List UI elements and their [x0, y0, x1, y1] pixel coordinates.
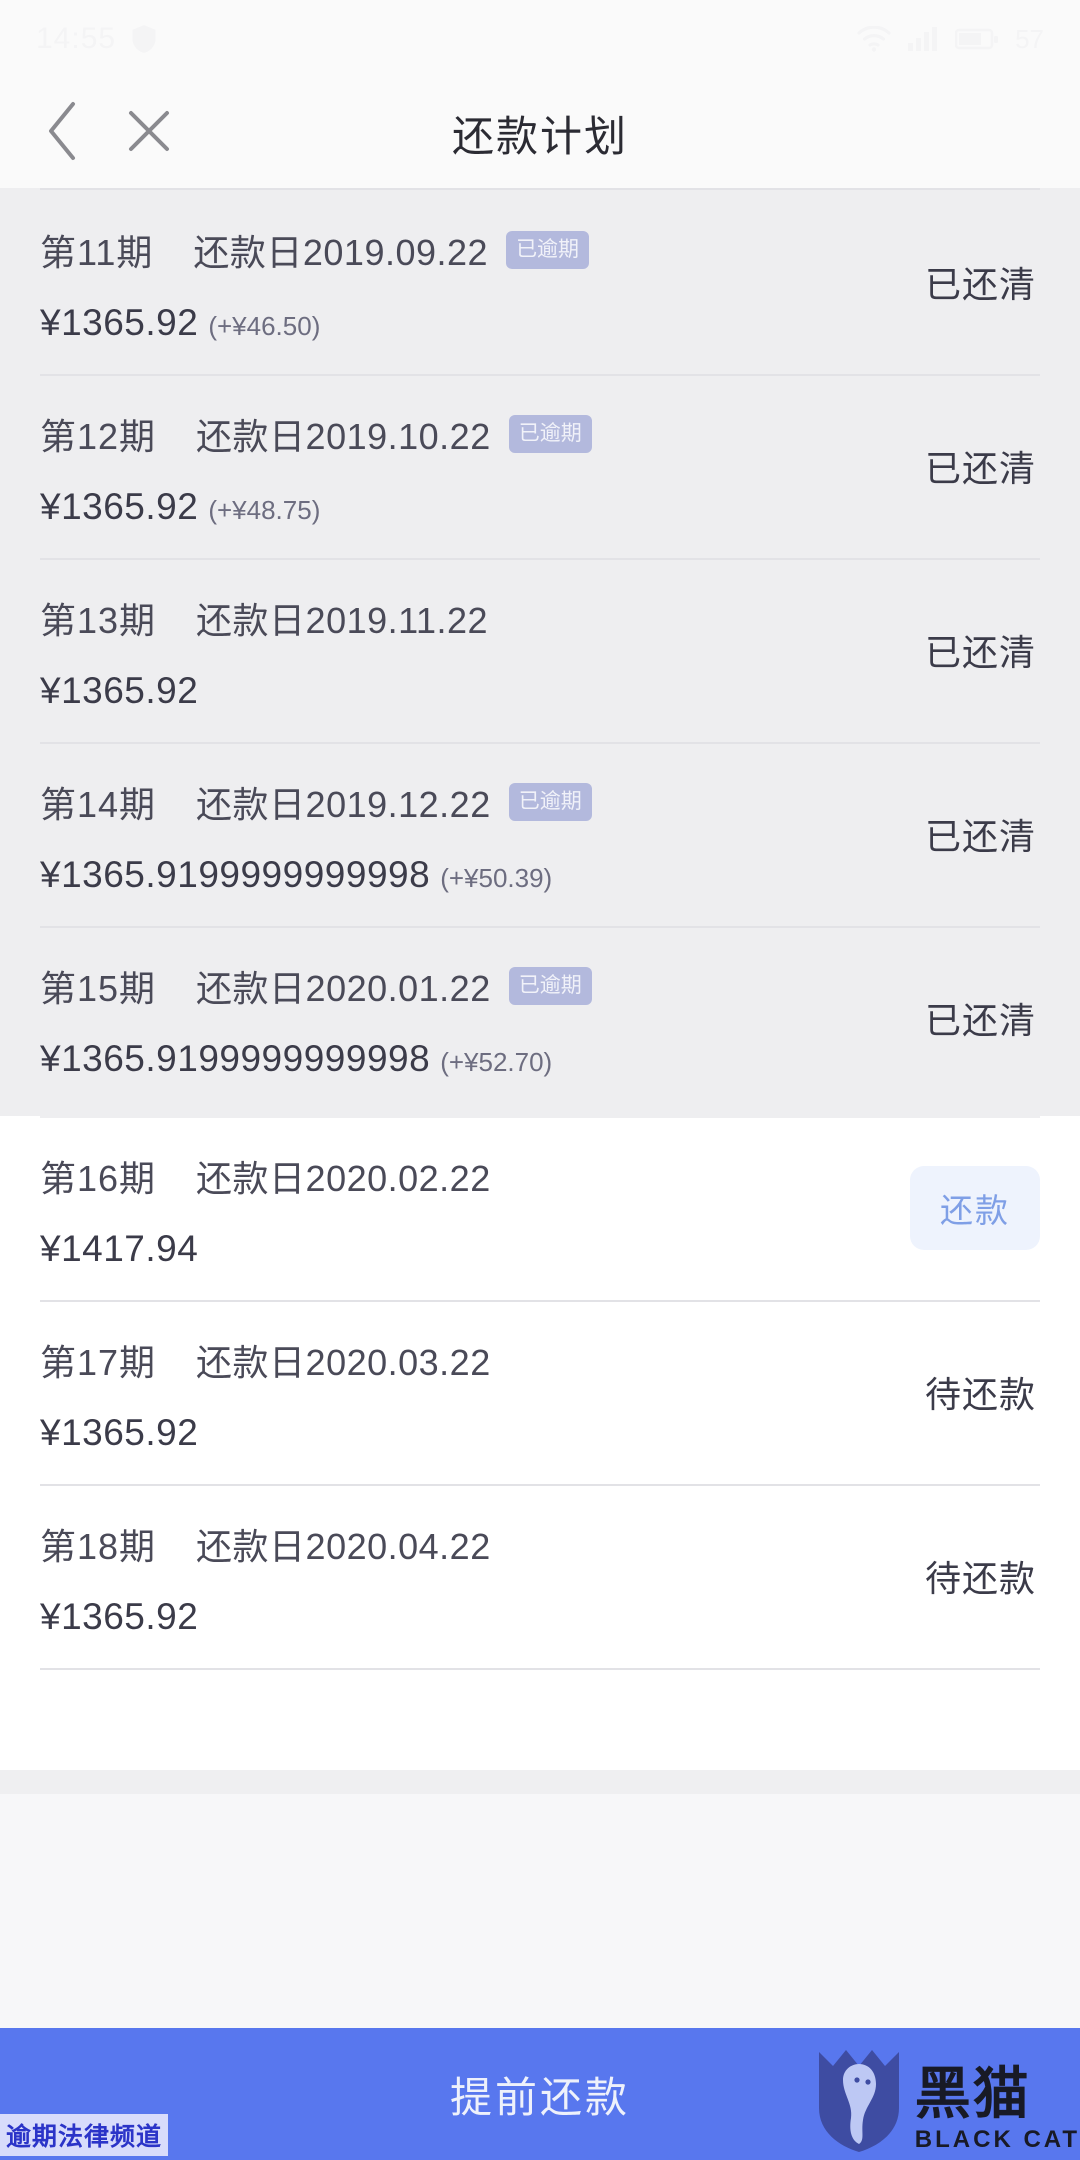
installment-term: 第14期 — [40, 784, 157, 825]
watermark-cn-label: 黑猫 — [914, 2062, 1031, 2125]
installment-term: 第17期 — [40, 1342, 157, 1383]
channel-watermark: 逾期法律频道 — [0, 2114, 169, 2156]
table-row[interactable]: 第13期 还款日2019.11.22 ¥1365.92 已还清 — [0, 558, 1080, 742]
status-bar: 14:55 57 — [0, 0, 1080, 78]
installment-due-date: 还款日2020.04.22 — [196, 1526, 491, 1567]
installment-due-date: 还款日2019.12.22 — [196, 784, 491, 825]
app-root: 14:55 57 还款计划 第11期 还款日2019.09.22 已逾期 ¥13… — [0, 0, 1080, 2160]
close-icon — [123, 105, 175, 162]
installment-amount: ¥1365.92 — [40, 302, 199, 343]
battery-level-label: 57 — [1015, 23, 1044, 54]
cellular-signal-icon — [907, 26, 939, 52]
paid-installments-section: 第11期 还款日2019.09.22 已逾期 ¥1365.92 (+¥46.50… — [0, 188, 1080, 1116]
shield-icon — [130, 24, 158, 54]
installment-amount: ¥1365.92 — [40, 486, 199, 527]
status-badge: 已还清 — [924, 632, 1036, 673]
installment-due-date: 还款日2019.10.22 — [196, 416, 491, 457]
row-header: 第16期 还款日2020.02.22 — [40, 1150, 800, 1202]
battery-icon — [955, 27, 999, 51]
row-header: 第13期 还款日2019.11.22 — [40, 592, 800, 644]
overdue-badge: 已逾期 — [508, 967, 592, 1005]
wifi-icon — [857, 26, 891, 52]
table-row[interactable]: 第18期 还款日2020.04.22 ¥1365.92 待还款 — [0, 1484, 1080, 1668]
installment-amount: ¥1365.9199999999998 — [40, 854, 431, 895]
installment-amount: ¥1365.92 — [40, 670, 199, 711]
row-amount-line: ¥1365.92 (+¥46.50) — [40, 302, 800, 344]
close-button[interactable] — [106, 90, 192, 176]
row-content: 第13期 还款日2019.11.22 ¥1365.92 — [40, 592, 1040, 712]
table-row[interactable]: 第15期 还款日2020.01.22 已逾期 ¥1365.91999999999… — [0, 926, 1080, 1110]
status-badge: 已还清 — [924, 448, 1036, 489]
table-row[interactable]: 第11期 还款日2019.09.22 已逾期 ¥1365.92 (+¥46.50… — [0, 190, 1080, 374]
installment-due-date: 还款日2019.11.22 — [196, 600, 489, 641]
watermark-text: 黑猫 BLACK CAT — [915, 2066, 1080, 2154]
row-amount-line: ¥1365.92 — [40, 1412, 800, 1454]
chevron-left-icon — [43, 100, 83, 167]
row-content: 第17期 还款日2020.03.22 ¥1365.92 — [40, 1334, 1040, 1454]
row-header: 第17期 还款日2020.03.22 — [40, 1334, 800, 1386]
status-badge: 已还清 — [924, 264, 1036, 305]
row-header: 第11期 还款日2019.09.22 已逾期 — [40, 224, 800, 276]
installment-term: 第13期 — [40, 600, 157, 641]
overdue-badge: 已逾期 — [508, 415, 592, 453]
row-amount-line: ¥1365.92 — [40, 670, 800, 712]
overdue-badge: 已逾期 — [506, 231, 590, 269]
row-content: 第18期 还款日2020.04.22 ¥1365.92 — [40, 1518, 1040, 1638]
status-bar-right: 57 — [857, 24, 1044, 55]
table-row[interactable]: 第17期 还款日2020.03.22 ¥1365.92 待还款 — [0, 1300, 1080, 1484]
bottom-gap — [0, 1770, 1080, 1794]
cat-shield-logo-icon — [813, 2046, 905, 2154]
installment-amount: ¥1365.92 — [40, 1412, 199, 1453]
nav-bar: 还款计划 — [0, 78, 1080, 188]
installment-amount: ¥1365.9199999999998 — [40, 1038, 431, 1079]
installment-extra-fee: (+¥46.50) — [208, 311, 321, 341]
row-header: 第15期 还款日2020.01.22 已逾期 — [40, 960, 800, 1012]
status-badge: 待还款 — [924, 1374, 1036, 1415]
status-time: 14:55 — [36, 22, 117, 55]
row-content: 第15期 还款日2020.01.22 已逾期 ¥1365.91999999999… — [40, 960, 1040, 1080]
due-installments-section: 第16期 还款日2020.02.22 ¥1417.94 还款 第17期 还款日2… — [0, 1116, 1080, 1670]
installment-amount: ¥1365.92 — [40, 1596, 199, 1637]
installment-extra-fee: (+¥48.75) — [208, 495, 321, 525]
status-bar-left: 14:55 — [36, 22, 158, 56]
status-badge: 已还清 — [924, 816, 1036, 857]
table-row[interactable]: 第12期 还款日2019.10.22 已逾期 ¥1365.92 (+¥48.75… — [0, 374, 1080, 558]
installment-term: 第16期 — [40, 1158, 157, 1199]
repay-button[interactable]: 还款 — [910, 1166, 1040, 1250]
watermark-logo: 黑猫 BLACK CAT — [813, 2046, 1080, 2154]
row-content: 第11期 还款日2019.09.22 已逾期 ¥1365.92 (+¥46.50… — [40, 224, 1040, 344]
row-content: 第16期 还款日2020.02.22 ¥1417.94 — [40, 1150, 1040, 1270]
installment-due-date: 还款日2020.01.22 — [196, 968, 491, 1009]
installment-due-date: 还款日2020.02.22 — [196, 1158, 491, 1199]
prepay-button-label: 提前还款 — [449, 2073, 630, 2121]
installment-extra-fee: (+¥52.70) — [440, 1047, 553, 1077]
installment-amount: ¥1417.94 — [40, 1228, 199, 1269]
status-badge: 待还款 — [924, 1558, 1036, 1599]
back-button[interactable] — [20, 90, 106, 176]
row-header: 第18期 还款日2020.04.22 — [40, 1518, 800, 1570]
installment-due-date: 还款日2019.09.22 — [193, 232, 489, 273]
watermark-en-label: BLACK CAT — [914, 2126, 1080, 2153]
installment-term: 第11期 — [40, 232, 154, 273]
row-content: 第14期 还款日2019.12.22 已逾期 ¥1365.91999999999… — [40, 776, 1040, 896]
table-row[interactable]: 第16期 还款日2020.02.22 ¥1417.94 还款 — [0, 1116, 1080, 1300]
row-amount-line: ¥1365.92 — [40, 1596, 800, 1638]
content-spacer — [0, 1670, 1080, 1770]
installment-extra-fee: (+¥50.39) — [440, 863, 553, 893]
installment-term: 第12期 — [40, 416, 157, 457]
row-amount-line: ¥1365.9199999999998 (+¥50.39) — [40, 854, 800, 896]
row-header: 第14期 还款日2019.12.22 已逾期 — [40, 776, 800, 828]
row-amount-line: ¥1365.92 (+¥48.75) — [40, 486, 800, 528]
row-amount-line: ¥1417.94 — [40, 1228, 800, 1270]
installment-term: 第18期 — [40, 1526, 157, 1567]
table-row[interactable]: 第14期 还款日2019.12.22 已逾期 ¥1365.91999999999… — [0, 742, 1080, 926]
row-header: 第12期 还款日2019.10.22 已逾期 — [40, 408, 800, 460]
installment-due-date: 还款日2020.03.22 — [196, 1342, 491, 1383]
row-amount-line: ¥1365.9199999999998 (+¥52.70) — [40, 1038, 800, 1080]
row-content: 第12期 还款日2019.10.22 已逾期 ¥1365.92 (+¥48.75… — [40, 408, 1040, 528]
status-badge: 已还清 — [924, 1000, 1036, 1041]
installment-term: 第15期 — [40, 968, 157, 1009]
overdue-badge: 已逾期 — [508, 783, 592, 821]
